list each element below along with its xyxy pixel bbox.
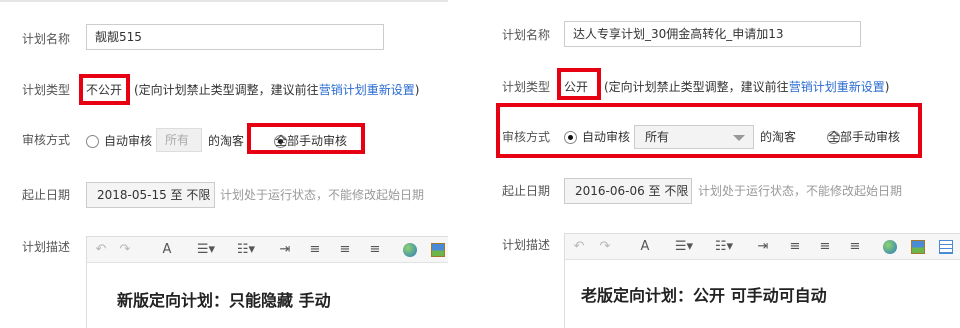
undo-icon[interactable]: ↶ xyxy=(93,237,109,263)
auto-review-radio[interactable] xyxy=(86,135,99,148)
link-icon[interactable] xyxy=(883,240,897,254)
highlight-box xyxy=(496,103,922,158)
format-brush-icon[interactable]: A xyxy=(637,234,653,260)
customer-suffix-label: 的淘客 xyxy=(208,134,245,148)
editor-content: 老版定向计划：公开 可手动可自动 xyxy=(581,286,827,305)
date-label: 起止日期 xyxy=(502,184,551,198)
date-range-button[interactable]: 2016-06-06 至 不限 xyxy=(564,178,692,204)
description-label: 计划描述 xyxy=(502,238,551,252)
image-icon[interactable] xyxy=(431,243,445,257)
indent-icon[interactable]: ⇥ xyxy=(755,234,771,260)
left-panel: 计划名称 靓靓515 计划类型 不公开 (定向计划禁止类型调整，建议前往营销计划… xyxy=(0,0,448,328)
plan-type-note: (定向计划禁止类型调整，建议前往营销计划重新设置) xyxy=(134,81,419,99)
editor-content: 新版定向计划：只能隐藏 手动 xyxy=(117,291,331,310)
align-right-icon[interactable]: ≡ xyxy=(367,237,383,263)
description-label: 计划描述 xyxy=(22,240,71,254)
plan-name-input[interactable]: 达人专享计划_30佣金高转化_申请加13 xyxy=(564,21,861,47)
highlight-box xyxy=(557,68,601,100)
align-left-icon[interactable]: ≡ xyxy=(787,234,803,260)
indent-icon[interactable]: ⇥ xyxy=(277,237,293,263)
date-note: 计划处于运行状态，不能修改起始日期 xyxy=(220,188,425,202)
redo-icon[interactable]: ↷ xyxy=(597,234,613,260)
editor-toolbar: ↶ ↷ A ☰▾ ☷▾ ⇥ ≡ ≡ ≡ xyxy=(87,237,448,263)
plan-type-note-text: (定向计划禁止类型调整，建议前往 xyxy=(604,80,789,94)
marketing-plan-link[interactable]: 营销计划重新设置 xyxy=(319,83,415,97)
plan-type-label: 计划类型 xyxy=(22,83,71,97)
review-method-label: 审核方式 xyxy=(22,133,71,147)
plan-type-note-end: ) xyxy=(414,83,420,97)
image-icon[interactable] xyxy=(911,240,925,254)
auto-review-select: 所有 xyxy=(156,128,202,152)
plan-type-note: (定向计划禁止类型调整，建议前往营销计划重新设置) xyxy=(604,78,889,96)
redo-icon[interactable]: ↷ xyxy=(117,237,133,263)
plan-name-label: 计划名称 xyxy=(22,32,71,46)
date-range-button[interactable]: 2018-05-15 至 不限 xyxy=(86,182,215,208)
marketing-plan-link[interactable]: 营销计划重新设置 xyxy=(789,80,885,94)
link-icon[interactable] xyxy=(403,243,417,257)
align-center-icon[interactable]: ≡ xyxy=(817,234,833,260)
plan-type-note-end: ) xyxy=(884,80,890,94)
undo-icon[interactable]: ↶ xyxy=(571,234,587,260)
auto-review-label: 自动审核 xyxy=(104,134,153,148)
date-label: 起止日期 xyxy=(22,188,71,202)
plan-name-label: 计划名称 xyxy=(502,28,551,42)
description-editor[interactable]: ↶ ↷ A ☰▾ ☷▾ ⇥ ≡ ≡ ≡ 新版定向计划：只能隐藏 手动 xyxy=(86,236,448,328)
table-icon[interactable] xyxy=(939,240,953,254)
align-left-icon[interactable]: ≡ xyxy=(307,237,323,263)
unordered-list-icon[interactable]: ☰▾ xyxy=(193,237,219,263)
align-right-icon[interactable]: ≡ xyxy=(847,234,863,260)
editor-toolbar: ↶ ↷ A ☰▾ ☷▾ ⇥ ≡ ≡ ≡ xyxy=(565,234,960,260)
ordered-list-icon[interactable]: ☷▾ xyxy=(711,234,737,260)
date-note: 计划处于运行状态，不能修改起始日期 xyxy=(698,184,903,198)
align-center-icon[interactable]: ≡ xyxy=(337,237,353,263)
highlight-box xyxy=(247,123,365,154)
plan-type-label: 计划类型 xyxy=(502,80,551,94)
plan-type-note-text: (定向计划禁止类型调整，建议前往 xyxy=(134,83,319,97)
plan-name-input[interactable]: 靓靓515 xyxy=(86,24,384,50)
ordered-list-icon[interactable]: ☷▾ xyxy=(233,237,259,263)
format-brush-icon[interactable]: A xyxy=(159,237,175,263)
top-divider xyxy=(0,0,448,2)
description-editor[interactable]: ↶ ↷ A ☰▾ ☷▾ ⇥ ≡ ≡ ≡ 老版定向计划：公开 可手动可自动 xyxy=(564,233,960,328)
unordered-list-icon[interactable]: ☰▾ xyxy=(671,234,697,260)
highlight-box xyxy=(79,74,130,105)
right-panel: 计划名称 达人专享计划_30佣金高转化_申请加13 计划类型 公开 (定向计划禁… xyxy=(484,0,960,328)
